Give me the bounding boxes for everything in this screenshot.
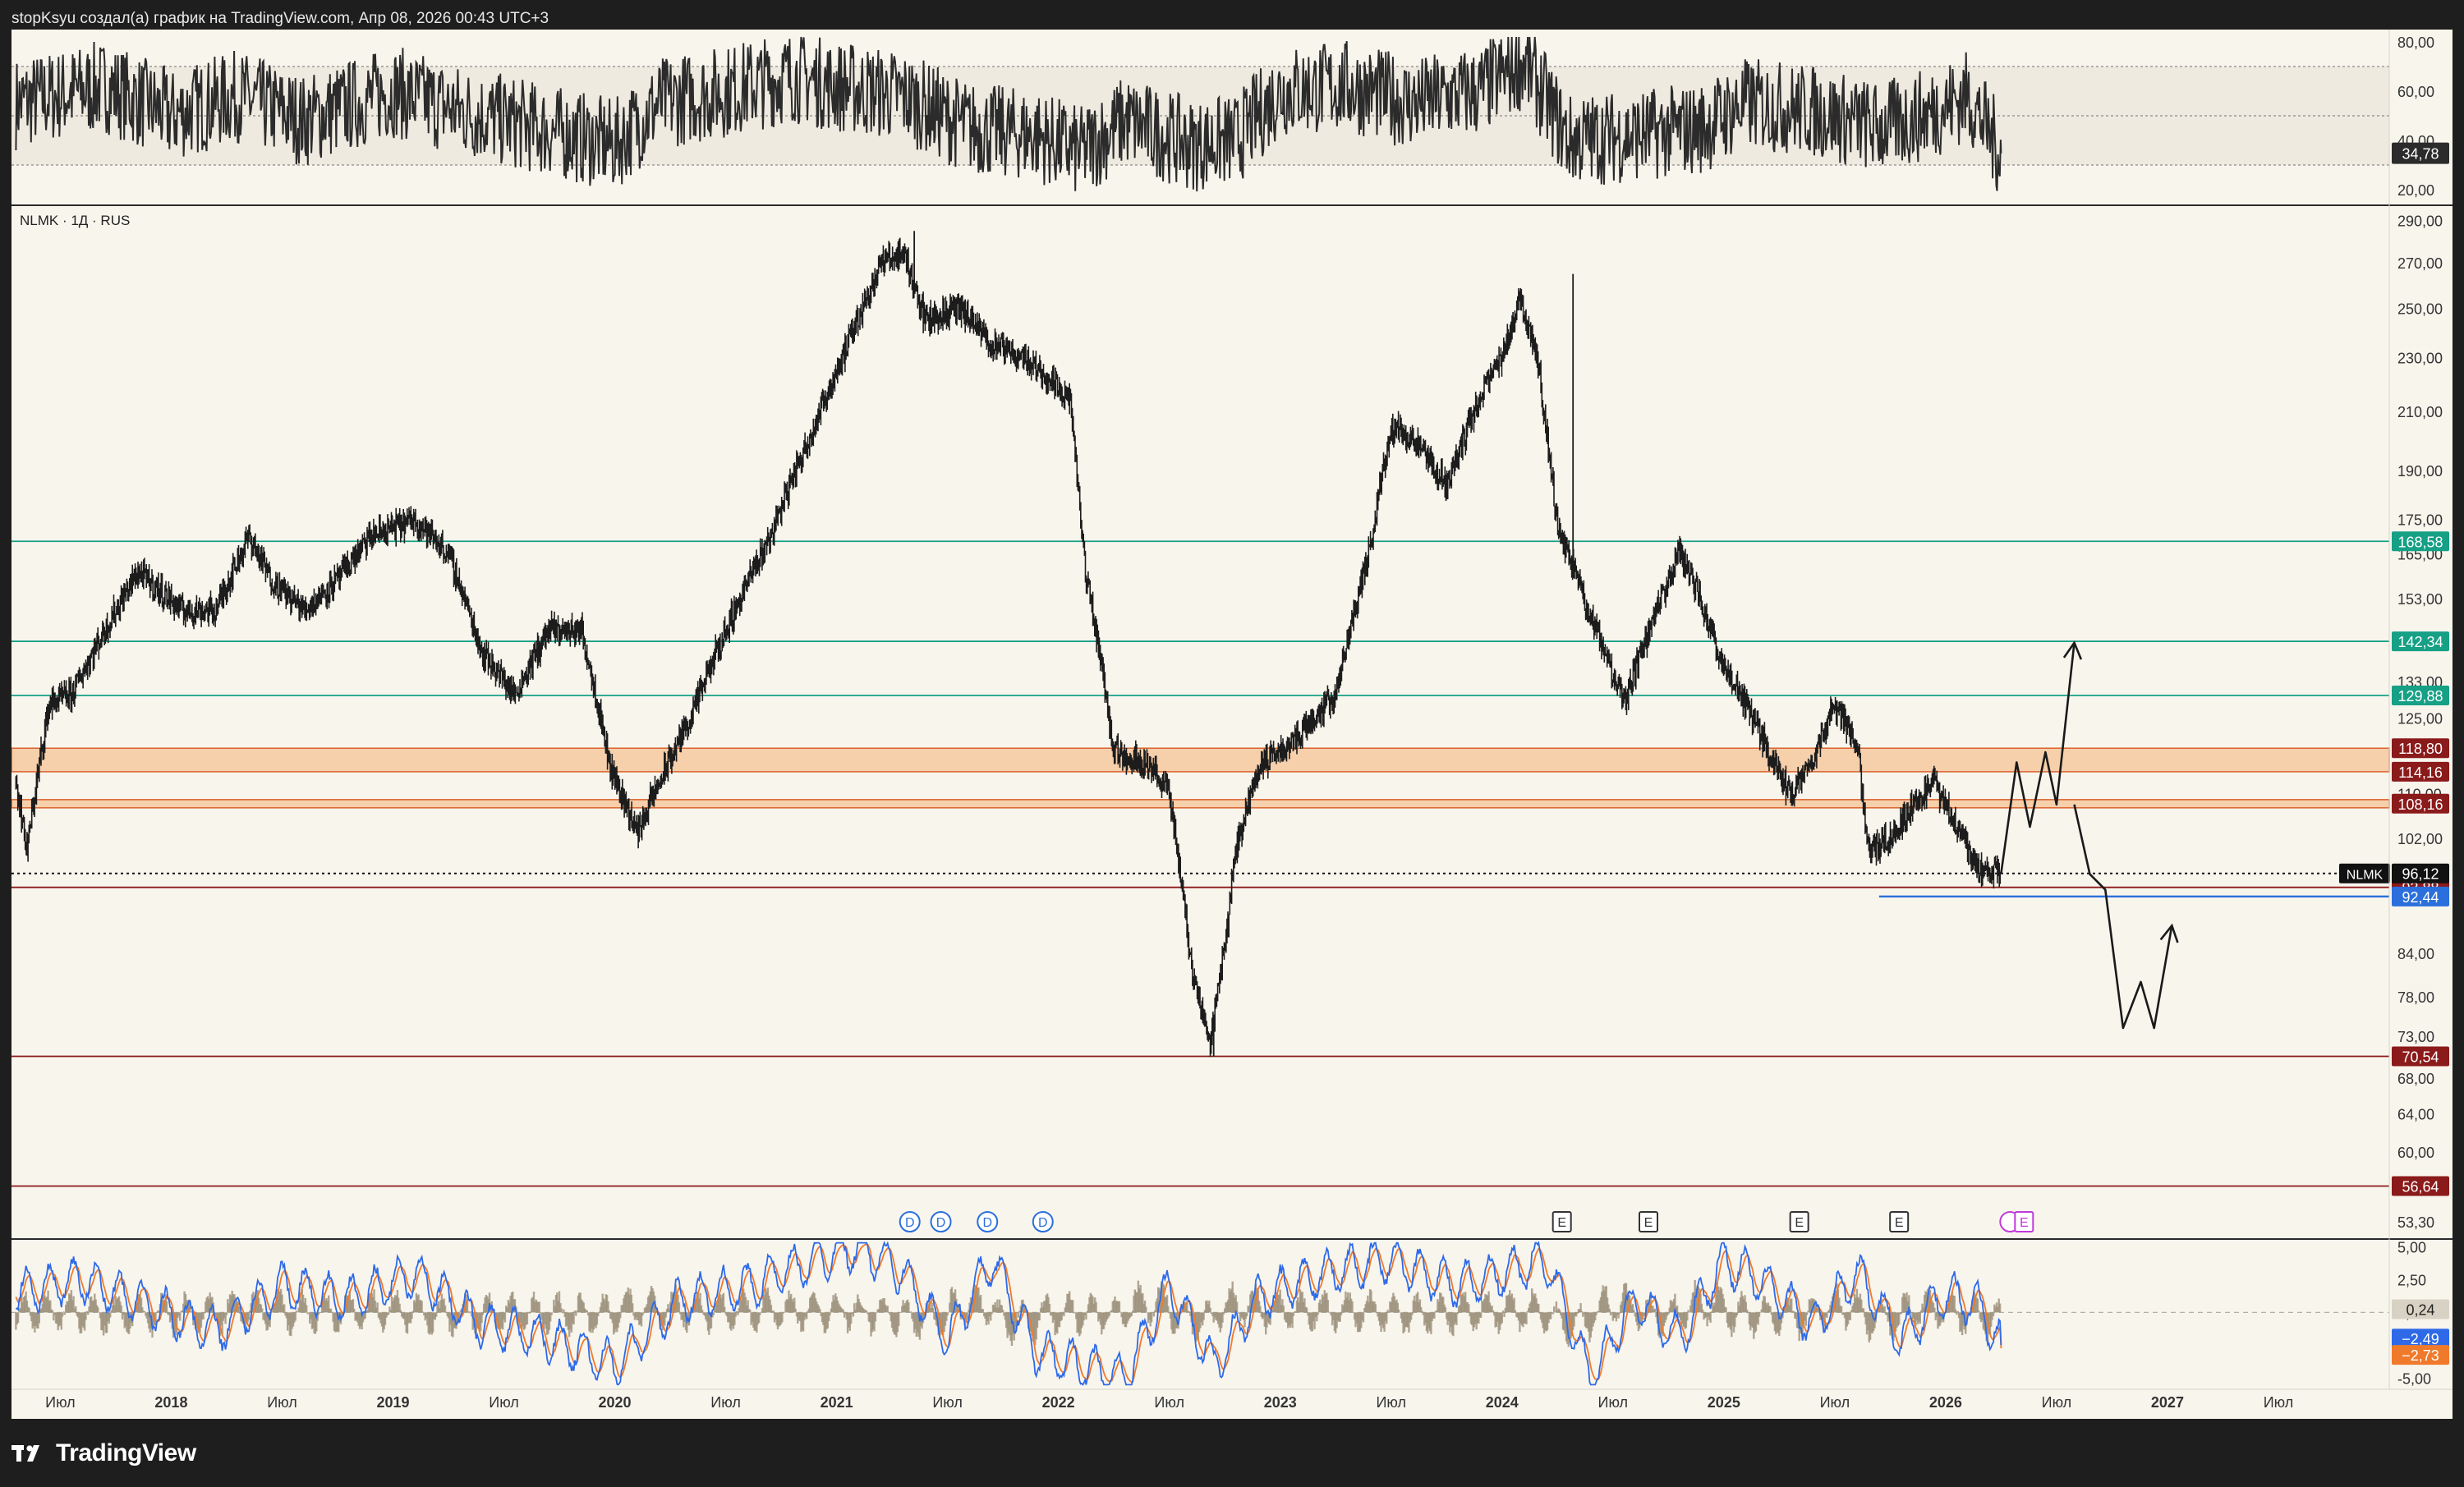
macd-tick-label: 2,50 xyxy=(2397,1272,2426,1288)
zone-bottom-label: 114,16 xyxy=(2398,764,2443,781)
time-tick-label: 2020 xyxy=(599,1394,632,1411)
time-tick-label: 2024 xyxy=(1486,1394,1519,1411)
price-tick-label: 73,00 xyxy=(2397,1029,2434,1045)
earnings-marker-label: E xyxy=(1895,1216,1904,1230)
time-tick-label: 2018 xyxy=(154,1394,187,1411)
price-tick-label: 125,00 xyxy=(2397,711,2443,727)
zone-top-label: 118,80 xyxy=(2398,741,2443,757)
zone-band xyxy=(11,747,2390,773)
current-price-label: 96,12 xyxy=(2402,866,2439,883)
macd-tick-label: 5,00 xyxy=(2397,1239,2426,1255)
price-pane[interactable]: NLMK · 1Д · RUS 290,00 270,00 250,00 230,00 2… xyxy=(11,213,2449,1232)
level-label: 142,34 xyxy=(2397,634,2443,650)
level-label: 70,54 xyxy=(2402,1049,2439,1065)
price-tick-label: 53,30 xyxy=(2397,1214,2434,1231)
dividend-marker-label: D xyxy=(1038,1216,1048,1230)
level-label: 129,88 xyxy=(2397,688,2443,704)
earnings-marker-label: E xyxy=(1644,1216,1653,1230)
chart-frame[interactable]: 80,00 60,00 40,00 20,00 34,78 NLMK · 1Д · RUS… xyxy=(11,30,2453,1419)
time-tick-label: Июл xyxy=(2264,1394,2294,1411)
histogram-value-label: 0,24 xyxy=(2406,1302,2434,1319)
time-tick-label: 2021 xyxy=(821,1394,853,1411)
price-tick-label: 190,00 xyxy=(2397,463,2443,480)
price-tick-label: 250,00 xyxy=(2397,301,2443,318)
price-tick-label: 153,00 xyxy=(2397,591,2443,608)
rsi-tick-label: 60,00 xyxy=(2397,84,2434,100)
price-tick-label: 102,00 xyxy=(2397,831,2443,847)
time-tick-label: Июл xyxy=(1376,1394,1406,1411)
rsi-tick-label: 20,00 xyxy=(2397,182,2434,199)
zone-band xyxy=(11,799,2390,809)
time-tick-label: Июл xyxy=(45,1394,76,1411)
earnings-marker-label: E xyxy=(1557,1216,1566,1230)
rsi-current-label: 34,78 xyxy=(2402,146,2439,163)
time-axis: Июл 2018 Июл 2019 Июл 2020 Июл 2021 Июл 2022 Июл 20… xyxy=(11,1388,2453,1411)
tradingview-logo-icon xyxy=(11,1445,39,1462)
blue-line-label: 92,44 xyxy=(2402,889,2439,906)
dividend-marker-label: D xyxy=(905,1216,915,1230)
price-tick-label: 210,00 xyxy=(2397,404,2443,420)
time-tick-label: Июл xyxy=(489,1394,519,1411)
chart-svg[interactable]: 80,0060,0040,0020,0034,78NLMK · 1Д · RUS… xyxy=(11,30,2453,1419)
price-tick-label: 60,00 xyxy=(2397,1145,2434,1161)
price-tick-label: 84,00 xyxy=(2397,946,2434,962)
macd-pane[interactable]: 5,002,500,00-5,000,24−2,49−2,73 xyxy=(11,1239,2449,1387)
time-tick-label: 2023 xyxy=(1264,1394,1297,1411)
time-tick-label: 2026 xyxy=(1929,1394,1962,1411)
time-tick-label: Июл xyxy=(267,1394,297,1411)
forecast-path-down[interactable] xyxy=(2073,804,2173,1030)
time-tick-label: 2025 xyxy=(1708,1394,1740,1411)
candles xyxy=(15,231,2002,1058)
time-tick-label: 2019 xyxy=(376,1394,409,1411)
price-tick-label: 290,00 xyxy=(2397,213,2443,230)
header-caption: stopKsyu создал(а) график на TradingView… xyxy=(11,10,549,27)
rsi-tick-label: 80,00 xyxy=(2397,34,2434,51)
macd-tick-label: -5,00 xyxy=(2397,1370,2431,1387)
time-tick-label: 2027 xyxy=(2151,1394,2184,1411)
footer: TradingView xyxy=(11,1437,196,1470)
current-symbol-tag: NLMK xyxy=(2347,869,2384,883)
zone2-label: 108,16 xyxy=(2397,796,2443,813)
level-label: 56,64 xyxy=(2402,1178,2439,1195)
signal-value-label: −2,73 xyxy=(2402,1347,2439,1364)
time-tick-label: Июл xyxy=(710,1394,741,1411)
price-tick-label: 175,00 xyxy=(2397,512,2443,528)
symbol-legend: NLMK · 1Д · RUS xyxy=(20,213,130,228)
price-tick-label: 68,00 xyxy=(2397,1071,2434,1087)
dividend-marker-label: D xyxy=(936,1216,946,1230)
rsi-pane[interactable]: 80,0060,0040,0020,0034,78 xyxy=(11,34,2449,199)
footer-brand: TradingView xyxy=(56,1439,196,1466)
earnings-marker-label: E xyxy=(2020,1216,2029,1230)
price-tick-label: 78,00 xyxy=(2397,989,2434,1006)
earnings-marker-label: E xyxy=(1795,1216,1804,1230)
time-tick-label: Июл xyxy=(932,1394,963,1411)
time-tick-label: Июл xyxy=(2042,1394,2072,1411)
dividend-marker-label: D xyxy=(982,1216,992,1230)
price-tick-label: 270,00 xyxy=(2397,255,2443,272)
price-tick-label: 64,00 xyxy=(2397,1107,2434,1123)
time-tick-label: 2022 xyxy=(1042,1394,1075,1411)
price-tick-label: 230,00 xyxy=(2397,351,2443,367)
time-tick-label: Июл xyxy=(1820,1394,1850,1411)
time-tick-label: Июл xyxy=(1598,1394,1629,1411)
level-label: 168,58 xyxy=(2397,534,2443,550)
time-tick-label: Июл xyxy=(1154,1394,1184,1411)
